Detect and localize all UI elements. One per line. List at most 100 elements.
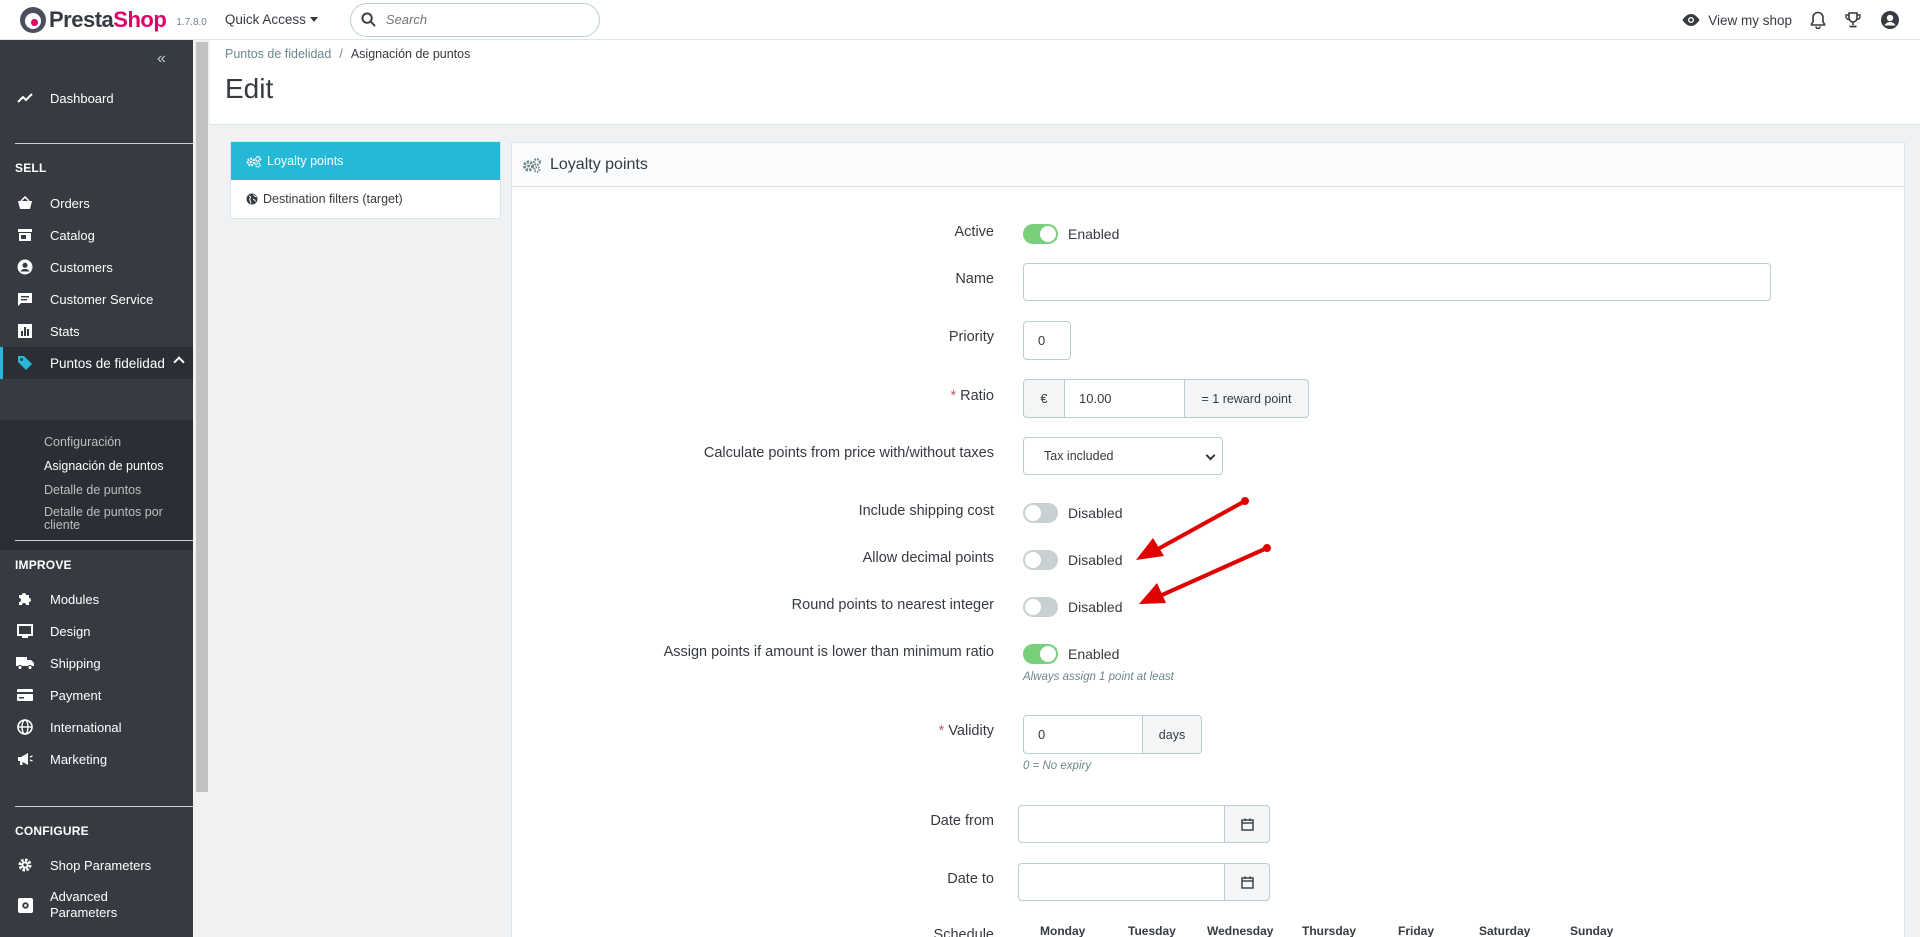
sidebar-item-advanced-parameters[interactable]: Advanced Parameters — [0, 885, 193, 925]
ratio-label: * Ratio — [950, 388, 994, 404]
tax-label: Calculate points from price with/without… — [703, 445, 994, 461]
top-bar: PrestaShop 1.7.8.0 Quick Access View my … — [0, 0, 1920, 40]
collapse-sidebar-icon[interactable]: « — [157, 50, 166, 68]
validity-help: 0 = No expiry — [1023, 760, 1092, 772]
section-title-improve: IMPROVE — [15, 558, 72, 572]
view-my-shop-label: View my shop — [1708, 12, 1792, 28]
sidebar-scrollbar-thumb[interactable] — [196, 42, 208, 792]
panel-heading: Loyalty points — [512, 143, 1904, 187]
notifications-bell-icon[interactable] — [1810, 11, 1826, 29]
name-input[interactable] — [1023, 263, 1771, 301]
sidebar-item-label: Catalog — [50, 227, 95, 243]
sidebar-item-modules[interactable]: Modules — [0, 583, 193, 615]
schedule-day-saturday: Saturday — [1479, 924, 1531, 937]
priority-label: Priority — [948, 329, 994, 345]
section-title-configure: CONFIGURE — [15, 824, 89, 838]
sidebar-item-payment[interactable]: Payment — [0, 679, 193, 711]
gears-icon — [523, 157, 541, 173]
sidebar-item-shipping[interactable]: Shipping — [0, 647, 193, 679]
switch-knob — [1040, 226, 1056, 242]
submenu-item-configuracion[interactable]: Configuración — [44, 436, 179, 449]
submenu-item-detalle-de-puntos[interactable]: Detalle de puntos — [44, 484, 179, 497]
ratio-currency-addon: € — [1023, 379, 1065, 418]
tab-label: Destination filters (target) — [263, 192, 403, 206]
page-header: Puntos de fidelidad / Asignación de puntos… — [210, 40, 1920, 125]
sidebar-item-international[interactable]: International — [0, 711, 193, 743]
sidebar-item-label: Shop Parameters — [50, 857, 152, 873]
switch-knob — [1040, 646, 1056, 662]
form-tabs: Loyalty points Destination filters (targ… — [230, 141, 501, 219]
chevron-up-icon — [173, 356, 185, 368]
round-points-state: Disabled — [1068, 599, 1123, 615]
sidebar-item-design[interactable]: Design — [0, 615, 193, 647]
ratio-label-text: Ratio — [960, 388, 994, 404]
sidebar-item-label: Dashboard — [50, 90, 114, 106]
quick-access-label: Quick Access — [224, 12, 306, 27]
sidebar-item-customers[interactable]: Customers — [0, 251, 193, 283]
sidebar-item-customer-service[interactable]: Customer Service — [0, 283, 193, 315]
validity-label: * Validity — [939, 723, 994, 739]
breadcrumb-parent[interactable]: Puntos de fidelidad — [225, 47, 331, 61]
assign-points-switch[interactable] — [1023, 644, 1058, 664]
sidebar-item-orders[interactable]: Orders — [0, 187, 193, 219]
tag-icon — [15, 355, 35, 371]
sidebar-item-stats[interactable]: Stats — [0, 315, 193, 347]
name-label: Name — [955, 271, 994, 287]
schedule-day-tuesday: Tuesday — [1128, 924, 1176, 937]
tab-loyalty-points[interactable]: Loyalty points — [231, 142, 500, 180]
ratio-input[interactable]: 10.00 — [1064, 379, 1185, 418]
sidebar-item-label: Payment — [50, 687, 102, 703]
store-icon — [15, 228, 35, 242]
panel-title: Loyalty points — [550, 155, 648, 173]
submenu-item-asignacion-de-puntos[interactable]: Asignación de puntos — [44, 460, 179, 473]
truck-icon — [15, 656, 35, 670]
logo-text-presta: Presta — [49, 6, 114, 32]
sidebar-item-puntos-de-fidelidad[interactable]: Puntos de fidelidad — [0, 347, 193, 379]
validity-label-text: Validity — [948, 723, 994, 739]
trending-up-icon — [15, 92, 35, 104]
view-my-shop-link[interactable]: View my shop — [1681, 13, 1792, 28]
switch-knob — [1025, 552, 1041, 568]
trophy-icon[interactable] — [1844, 11, 1862, 29]
date-from-calendar-button[interactable] — [1224, 805, 1270, 843]
active-switch[interactable] — [1023, 224, 1058, 244]
sidebar-item-label: Design — [50, 623, 91, 639]
prestashop-logo[interactable]: PrestaShop 1.7.8.0 — [20, 0, 207, 40]
sidebar-item-catalog[interactable]: Catalog — [0, 219, 193, 251]
active-label: Active — [954, 224, 995, 240]
credit-card-icon — [15, 689, 35, 701]
gear-icon — [15, 857, 35, 873]
search-input[interactable] — [385, 12, 576, 27]
sidebar-item-shop-parameters[interactable]: Shop Parameters — [0, 849, 193, 881]
submenu-item-detalle-de-puntos-por-cliente[interactable]: Detalle de puntos por cliente — [44, 506, 179, 532]
round-points-switch[interactable] — [1023, 597, 1058, 617]
validity-input[interactable]: 0 — [1023, 715, 1143, 754]
breadcrumb-separator: / — [339, 47, 343, 61]
sidebar-item-dashboard[interactable]: Dashboard — [0, 82, 193, 114]
sidebar-item-label: Stats — [50, 323, 80, 339]
user-account-icon[interactable] — [1880, 10, 1900, 30]
search-box[interactable] — [349, 2, 600, 37]
decimal-points-switch[interactable] — [1023, 550, 1058, 570]
settings-box-icon — [15, 897, 35, 913]
puzzle-icon — [15, 591, 35, 607]
tax-select[interactable]: Tax included — [1023, 437, 1223, 475]
quick-access-dropdown[interactable]: Quick Access — [225, 12, 318, 27]
schedule-day-wednesday: Wednesday — [1207, 924, 1274, 937]
date-to-calendar-button[interactable] — [1224, 863, 1270, 901]
shipping-cost-label: Include shipping cost — [858, 503, 994, 519]
sidebar-item-label: Customers — [50, 259, 113, 275]
basket-icon — [15, 196, 35, 210]
sidebar-item-marketing[interactable]: Marketing — [0, 743, 193, 775]
shipping-cost-state: Disabled — [1068, 505, 1123, 521]
priority-input[interactable]: 0 — [1023, 321, 1071, 360]
shipping-cost-switch[interactable] — [1023, 503, 1058, 523]
date-to-input[interactable] — [1018, 863, 1225, 901]
date-from-input[interactable] — [1018, 805, 1225, 843]
decimal-points-state: Disabled — [1068, 552, 1123, 568]
sidebar-item-label: International — [50, 719, 122, 735]
tab-label: Loyalty points — [267, 154, 344, 168]
schedule-day-friday: Friday — [1398, 924, 1435, 937]
tab-destination-filters[interactable]: Destination filters (target) — [231, 180, 500, 218]
sidebar-divider — [15, 806, 193, 807]
